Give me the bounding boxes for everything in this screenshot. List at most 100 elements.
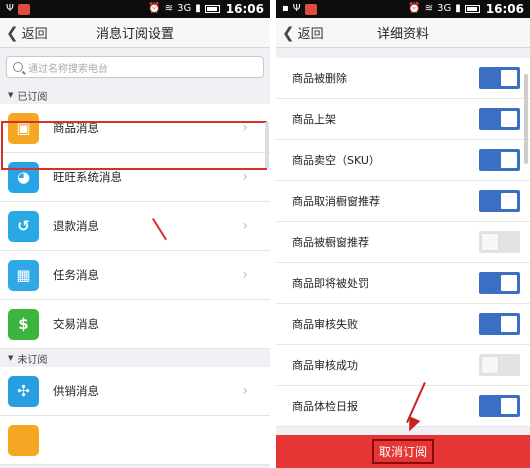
- search-bar: 通过名称搜索电台: [0, 48, 270, 86]
- subscribed-section-header[interactable]: ▼ 已订阅: [0, 86, 270, 104]
- image-icon: ▪: [282, 3, 289, 14]
- setting-label: 商品即将被处罚: [292, 277, 369, 290]
- toggle-switch[interactable]: [479, 67, 520, 89]
- toggle-switch[interactable]: [479, 231, 520, 253]
- triangle-down-icon: ▼: [8, 354, 14, 362]
- alarm-icon: ⏰: [148, 3, 161, 14]
- setting-label: 商品被橱窗推荐: [292, 236, 369, 249]
- setting-row: 商品卖空（SKU）: [276, 140, 530, 181]
- wifi-icon: ≋: [164, 3, 174, 14]
- list-item-partial[interactable]: [0, 416, 270, 465]
- setting-row: 商品体检日报: [276, 386, 530, 427]
- search-icon: [13, 62, 23, 72]
- status-bar: Ψ ⏰ ≋ 3G ▮ 16:06: [0, 0, 270, 18]
- list-item-label: 退款消息: [53, 219, 99, 233]
- list-item-label: 任务消息: [53, 268, 99, 282]
- setting-label: 商品取消橱窗推荐: [292, 195, 380, 208]
- setting-label: 商品审核失败: [292, 318, 358, 331]
- setting-row: 商品被橱窗推荐: [276, 222, 530, 263]
- battery-icon: [464, 5, 480, 13]
- notification-icon: [304, 3, 317, 15]
- toggle-knob: [501, 111, 517, 127]
- alarm-icon: ⏰: [408, 3, 421, 14]
- partial-icon: [8, 424, 39, 456]
- setting-row: 商品审核失败: [276, 304, 530, 345]
- list-item-label: 供销消息: [53, 384, 99, 398]
- nav-bar: ❮ 返回 消息订阅设置: [0, 18, 270, 48]
- toggle-knob: [501, 193, 517, 209]
- usb-icon: Ψ: [6, 3, 14, 14]
- scrollbar[interactable]: [265, 122, 269, 168]
- toggle-knob: [482, 234, 498, 250]
- toggle-switch[interactable]: [479, 313, 520, 335]
- toggle-switch[interactable]: [479, 395, 520, 417]
- setting-label: 商品审核成功: [292, 359, 358, 372]
- list-item[interactable]: ▦ 任务消息 ›: [0, 251, 270, 300]
- task-calendar-icon: ▦: [8, 259, 39, 291]
- toggle-switch[interactable]: [479, 354, 520, 376]
- status-bar: ▪ Ψ ⏰ ≋ 3G ▮ 16:06: [276, 0, 530, 18]
- chevron-right-icon: ›: [242, 169, 248, 185]
- nav-bar: ❮ 返回 详细资料: [276, 18, 530, 48]
- toggle-knob: [501, 70, 517, 86]
- setting-row: 商品被删除: [276, 58, 530, 99]
- back-label: 返回: [21, 27, 48, 42]
- list-item-label: 交易消息: [53, 317, 99, 331]
- setting-label: 商品卖空（SKU）: [292, 154, 380, 167]
- back-button[interactable]: ❮ 返回: [276, 23, 324, 43]
- wifi-icon: ≋: [424, 3, 434, 14]
- unsubscribed-list: ✣ 供销消息 ›: [0, 367, 270, 465]
- left-screen: Ψ ⏰ ≋ 3G ▮ 16:06 ❮ 返回 消息订阅设置 通过名称搜索电台 ▼ …: [0, 0, 270, 468]
- setting-row: 商品审核成功: [276, 345, 530, 386]
- chevron-right-icon: ›: [242, 383, 248, 399]
- toggle-knob: [501, 152, 517, 168]
- list-item[interactable]: $ 交易消息: [0, 300, 270, 349]
- settings-list: 商品被删除 商品上架 商品卖空（SKU） 商品取消橱窗推荐 商品被橱窗推荐 商品…: [276, 58, 530, 427]
- clock: 16:06: [485, 2, 524, 16]
- notification-icon: [17, 3, 30, 15]
- toggle-switch[interactable]: [479, 108, 520, 130]
- usb-icon: Ψ: [292, 3, 301, 14]
- back-button[interactable]: ❮ 返回: [0, 23, 48, 43]
- scrollbar[interactable]: [524, 74, 528, 164]
- search-placeholder: 通过名称搜索电台: [28, 63, 108, 75]
- list-item[interactable]: ↺ 退款消息 ›: [0, 202, 270, 251]
- list-item-label: 旺旺系统消息: [53, 170, 122, 184]
- unsubscribed-section-header[interactable]: ▼ 未订阅: [0, 349, 270, 367]
- right-screen: ▪ Ψ ⏰ ≋ 3G ▮ 16:06 ❮ 返回 详细资料 商品被删除 商品上架: [276, 0, 530, 468]
- setting-row: 商品上架: [276, 99, 530, 140]
- toggle-knob: [501, 316, 517, 332]
- toggle-knob: [501, 275, 517, 291]
- setting-row: 商品即将被处罚: [276, 263, 530, 304]
- signal-icon: ▮: [455, 3, 461, 14]
- list-item[interactable]: ✣ 供销消息 ›: [0, 367, 270, 416]
- toggle-switch[interactable]: [479, 272, 520, 294]
- triangle-down-icon: ▼: [8, 91, 14, 99]
- toggle-knob: [482, 357, 498, 373]
- highlight-box: [1, 121, 267, 170]
- setting-row: 商品取消橱窗推荐: [276, 181, 530, 222]
- subscribed-header-label: 已订阅: [17, 91, 48, 103]
- supply-icon: ✣: [8, 375, 39, 407]
- network-type: 3G: [437, 3, 452, 14]
- unsubscribed-header-label: 未订阅: [17, 354, 48, 366]
- search-input[interactable]: 通过名称搜索电台: [6, 56, 264, 78]
- chevron-right-icon: ›: [242, 218, 248, 234]
- toggle-switch[interactable]: [479, 149, 520, 171]
- trade-dollar-icon: $: [8, 308, 39, 340]
- bottom-action-bar: 取消订阅: [276, 435, 530, 468]
- refund-icon: ↺: [8, 210, 39, 242]
- setting-label: 商品体检日报: [292, 400, 358, 413]
- cancel-subscription-button[interactable]: 取消订阅: [371, 439, 434, 464]
- toggle-switch[interactable]: [479, 190, 520, 212]
- chevron-left-icon: ❮: [6, 23, 19, 42]
- battery-icon: [204, 5, 220, 13]
- setting-label: 商品上架: [292, 113, 336, 126]
- clock: 16:06: [225, 2, 264, 16]
- signal-icon: ▮: [195, 3, 201, 14]
- chevron-left-icon: ❮: [282, 23, 295, 42]
- setting-label: 商品被删除: [292, 72, 347, 85]
- toggle-knob: [501, 398, 517, 414]
- chevron-right-icon: ›: [242, 267, 248, 283]
